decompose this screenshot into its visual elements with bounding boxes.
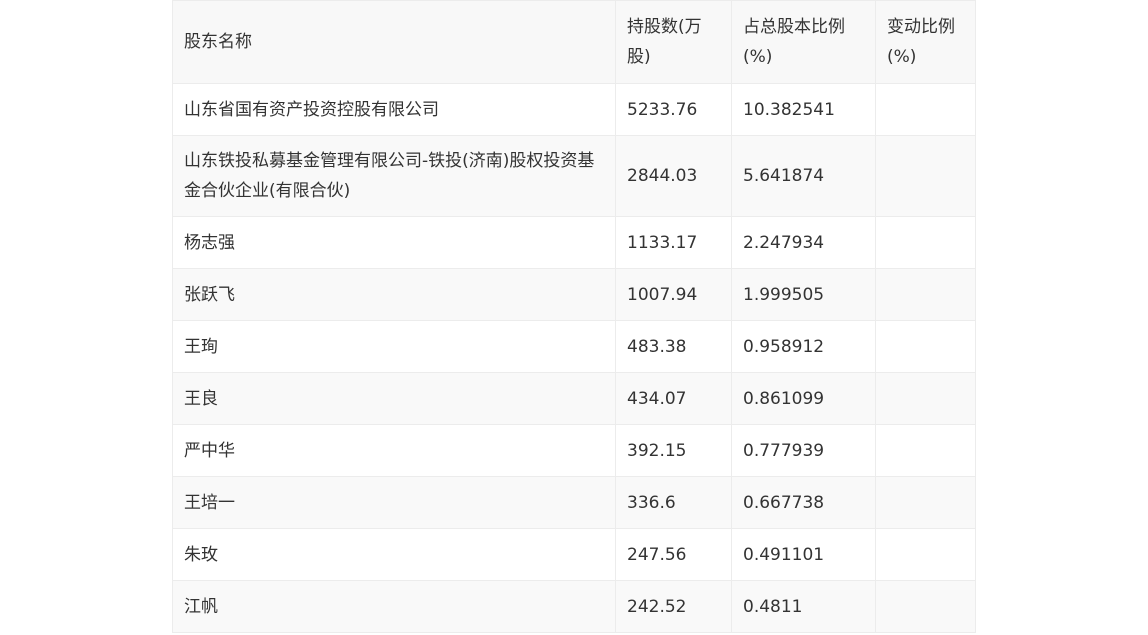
cell-change-ratio	[875, 83, 976, 136]
header-shareholder-name: 股东名称	[172, 0, 616, 84]
cell-share-ratio: 0.491101	[731, 528, 876, 581]
cell-share-ratio: 2.247934	[731, 216, 876, 269]
cell-shareholder-name: 山东省国有资产投资控股有限公司	[172, 83, 616, 136]
header-row: 股东名称 持股数(万股) 占总股本比例(%) 变动比例(%)	[172, 0, 976, 84]
cell-change-ratio	[875, 476, 976, 529]
table-row: 江帆 242.52 0.4811	[172, 580, 976, 633]
cell-share-ratio: 0.958912	[731, 320, 876, 373]
cell-shareholder-name: 山东铁投私募基金管理有限公司-铁投(济南)股权投资基金合伙企业(有限合伙)	[172, 135, 616, 217]
cell-change-ratio	[875, 372, 976, 425]
cell-shareholder-name: 江帆	[172, 580, 616, 633]
cell-change-ratio	[875, 580, 976, 633]
table-row: 杨志强 1133.17 2.247934	[172, 216, 976, 269]
cell-share-ratio: 5.641874	[731, 135, 876, 217]
header-share-ratio: 占总股本比例(%)	[731, 0, 876, 84]
table-row: 张跃飞 1007.94 1.999505	[172, 268, 976, 321]
cell-change-ratio	[875, 528, 976, 581]
cell-change-ratio	[875, 135, 976, 217]
cell-shareholder-name: 王良	[172, 372, 616, 425]
table-body: 山东省国有资产投资控股有限公司 5233.76 10.382541 山东铁投私募…	[172, 83, 976, 633]
cell-share-ratio: 0.4811	[731, 580, 876, 633]
cell-share-ratio: 0.861099	[731, 372, 876, 425]
table-row: 严中华 392.15 0.777939	[172, 424, 976, 477]
table-row: 山东铁投私募基金管理有限公司-铁投(济南)股权投资基金合伙企业(有限合伙) 28…	[172, 135, 976, 217]
cell-shares-held: 242.52	[615, 580, 732, 633]
cell-shareholder-name: 杨志强	[172, 216, 616, 269]
table-row: 山东省国有资产投资控股有限公司 5233.76 10.382541	[172, 83, 976, 136]
cell-change-ratio	[875, 216, 976, 269]
cell-shares-held: 1007.94	[615, 268, 732, 321]
cell-shareholder-name: 王培一	[172, 476, 616, 529]
cell-share-ratio: 0.667738	[731, 476, 876, 529]
cell-shares-held: 483.38	[615, 320, 732, 373]
header-shares-held: 持股数(万股)	[615, 0, 732, 84]
table-row: 王培一 336.6 0.667738	[172, 476, 976, 529]
cell-change-ratio	[875, 268, 976, 321]
cell-shares-held: 247.56	[615, 528, 732, 581]
cell-shareholder-name: 朱玫	[172, 528, 616, 581]
shareholder-table-container: 股东名称 持股数(万股) 占总股本比例(%) 变动比例(%) 山东省国有资产投资…	[172, 0, 976, 633]
cell-share-ratio: 10.382541	[731, 83, 876, 136]
table-header: 股东名称 持股数(万股) 占总股本比例(%) 变动比例(%)	[172, 0, 976, 84]
cell-shares-held: 336.6	[615, 476, 732, 529]
cell-share-ratio: 0.777939	[731, 424, 876, 477]
cell-shares-held: 434.07	[615, 372, 732, 425]
cell-change-ratio	[875, 424, 976, 477]
cell-shares-held: 1133.17	[615, 216, 732, 269]
shareholder-table: 股东名称 持股数(万股) 占总股本比例(%) 变动比例(%) 山东省国有资产投资…	[172, 0, 976, 633]
cell-shares-held: 2844.03	[615, 135, 732, 217]
cell-shareholder-name: 张跃飞	[172, 268, 616, 321]
cell-share-ratio: 1.999505	[731, 268, 876, 321]
table-row: 朱玫 247.56 0.491101	[172, 528, 976, 581]
cell-shares-held: 5233.76	[615, 83, 732, 136]
table-row: 王珣 483.38 0.958912	[172, 320, 976, 373]
header-change-ratio: 变动比例(%)	[875, 0, 976, 84]
cell-shareholder-name: 王珣	[172, 320, 616, 373]
cell-shareholder-name: 严中华	[172, 424, 616, 477]
cell-change-ratio	[875, 320, 976, 373]
cell-shares-held: 392.15	[615, 424, 732, 477]
table-row: 王良 434.07 0.861099	[172, 372, 976, 425]
